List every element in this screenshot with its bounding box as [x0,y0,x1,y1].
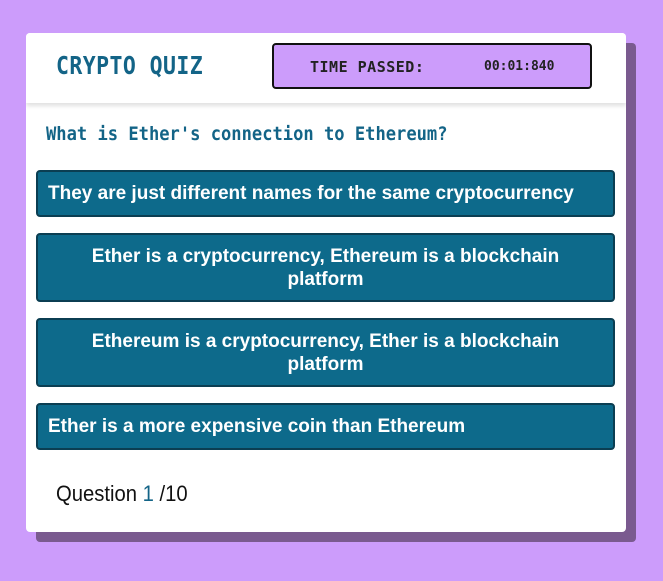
counter-current: 1 [142,481,154,506]
answer-option-2[interactable]: Ether is a cryptocurrency, Ethereum is a… [36,233,615,302]
counter-total: /10 [159,481,188,506]
answer-option-3[interactable]: Ethereum is a cryptocurrency, Ether is a… [36,318,615,387]
timer-box: TIME PASSED: 00:01:840 [272,43,592,89]
answer-option-label: Ether is a cryptocurrency, Ethereum is a… [91,245,560,290]
quiz-header: CRYPTO QUIZ TIME PASSED: 00:01:840 [26,33,626,103]
question-text: What is Ether's connection to Ethereum? [46,123,448,145]
quiz-card: CRYPTO QUIZ TIME PASSED: 00:01:840 What … [26,33,626,532]
question-counter: Question 1 /10 [56,481,188,507]
timer-value: 00:01:840 [484,59,555,74]
quiz-title: CRYPTO QUIZ [56,51,204,80]
counter-prefix: Question [56,481,138,506]
answer-option-label: Ether is a more expensive coin than Ethe… [48,416,466,437]
answer-option-label: Ethereum is a cryptocurrency, Ether is a… [91,330,560,375]
answer-option-label: They are just different names for the sa… [48,183,574,204]
answer-option-4[interactable]: Ether is a more expensive coin than Ethe… [36,403,615,450]
answer-option-1[interactable]: They are just different names for the sa… [36,170,615,217]
timer-label: TIME PASSED: [310,58,425,76]
